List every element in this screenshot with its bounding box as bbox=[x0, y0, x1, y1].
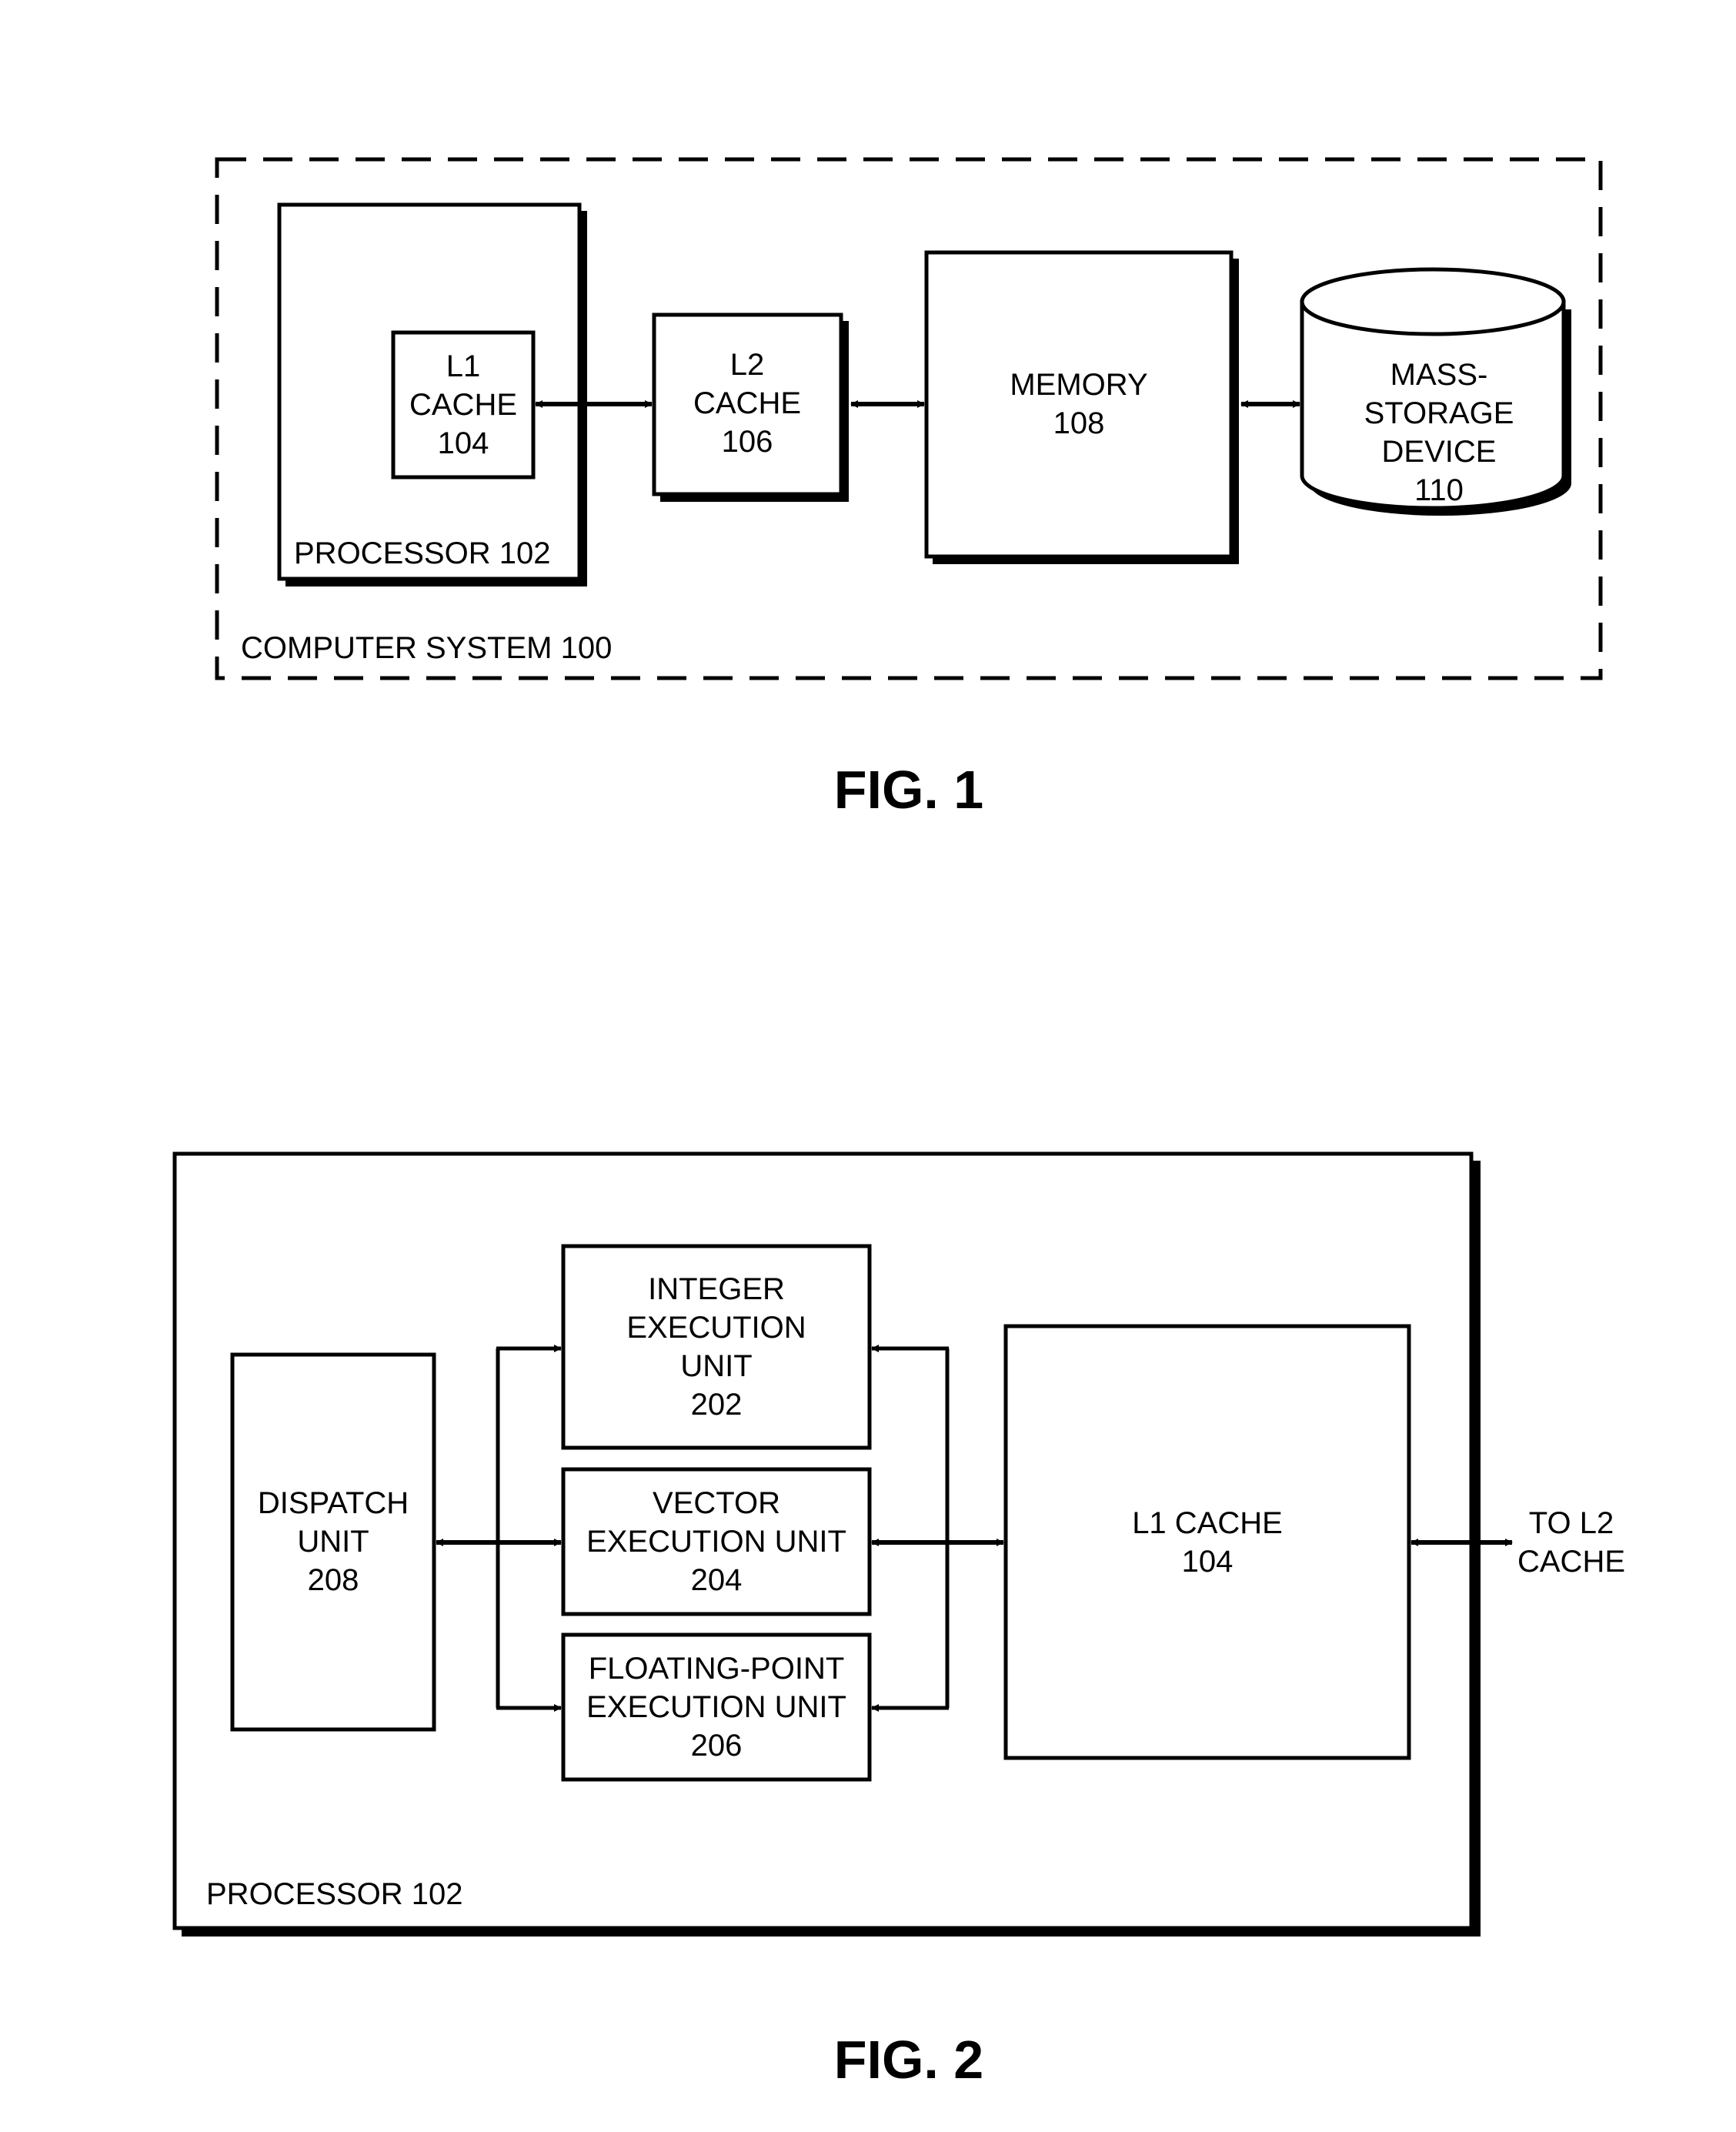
integer-unit-box: INTEGER EXECUTION UNIT 202 bbox=[561, 1244, 872, 1450]
figure-2: PROCESSOR 102 DISPATCH UNIT 208 INTEGER … bbox=[172, 1151, 1625, 2090]
l2-cache-box: L2 CACHE 106 bbox=[652, 312, 849, 502]
l1-cache-fig2-box: L1 CACHE 104 bbox=[1003, 1324, 1411, 1760]
integer-line4: 202 bbox=[691, 1388, 743, 1422]
dispatch-line3: 208 bbox=[308, 1563, 359, 1597]
mass-storage-line1: MASS- bbox=[1390, 358, 1488, 392]
mass-storage-line2: STORAGE bbox=[1364, 396, 1514, 430]
vector-line2: EXECUTION UNIT bbox=[586, 1525, 846, 1559]
l1-cache-fig2-frame bbox=[1003, 1324, 1411, 1760]
l2-cache-line1: L2 bbox=[730, 348, 765, 382]
figure-2-caption: FIG. 2 bbox=[834, 2030, 983, 2090]
l1-cache-line2: CACHE bbox=[409, 388, 517, 422]
processor-label: PROCESSOR 102 bbox=[294, 536, 550, 570]
figure-1-caption: FIG. 1 bbox=[834, 760, 983, 820]
to-l2-line2: CACHE bbox=[1517, 1545, 1625, 1579]
mass-storage-line3: DEVICE bbox=[1382, 435, 1497, 469]
to-l2-line1: TO L2 bbox=[1529, 1506, 1614, 1540]
dispatch-line1: DISPATCH bbox=[258, 1486, 409, 1520]
memory-frame bbox=[924, 250, 1234, 559]
vector-unit-box: VECTOR EXECUTION UNIT 204 bbox=[561, 1467, 872, 1616]
integer-line3: UNIT bbox=[680, 1349, 752, 1383]
l1-cache-fig2-line1: L1 CACHE bbox=[1132, 1506, 1283, 1540]
figure-1: PROCESSOR 102 L1 CACHE 104 L2 CACHE 106 … bbox=[215, 157, 1603, 820]
memory-box: MEMORY 108 bbox=[924, 250, 1239, 564]
computer-system-label: COMPUTER SYSTEM 100 bbox=[241, 631, 612, 665]
vector-line3: 204 bbox=[691, 1563, 743, 1597]
l2-cache-line2: CACHE bbox=[693, 386, 801, 420]
l1-cache-line3: 104 bbox=[438, 426, 489, 460]
mass-storage-cylinder: MASS- STORAGE DEVICE 110 bbox=[1300, 267, 1571, 516]
dispatch-line2: UNIT bbox=[297, 1525, 369, 1559]
integer-line1: INTEGER bbox=[648, 1272, 785, 1306]
mass-storage-top bbox=[1300, 267, 1566, 336]
integer-line2: EXECUTION bbox=[626, 1311, 806, 1345]
l1-cache-line1: L1 bbox=[446, 349, 481, 383]
vector-line1: VECTOR bbox=[653, 1486, 780, 1520]
patent-drawing-sheet: PROCESSOR 102 L1 CACHE 104 L2 CACHE 106 … bbox=[172, 157, 1625, 2090]
dispatch-unit-box: DISPATCH UNIT 208 bbox=[230, 1352, 436, 1732]
fp-line2: EXECUTION UNIT bbox=[586, 1690, 846, 1724]
mass-storage-line4: 110 bbox=[1414, 473, 1464, 507]
fp-unit-box: FLOATING-POINT EXECUTION UNIT 206 bbox=[561, 1632, 872, 1782]
l2-cache-line3: 106 bbox=[722, 425, 773, 459]
memory-line1: MEMORY bbox=[1010, 368, 1147, 402]
l1-cache-fig2-line2: 104 bbox=[1182, 1545, 1234, 1579]
l1-cache-box: L1 CACHE 104 bbox=[391, 330, 536, 480]
processor-outer-label: PROCESSOR 102 bbox=[206, 1877, 462, 1911]
fp-line1: FLOATING-POINT bbox=[589, 1652, 845, 1686]
fp-line3: 206 bbox=[691, 1729, 743, 1763]
memory-line2: 108 bbox=[1053, 406, 1105, 440]
